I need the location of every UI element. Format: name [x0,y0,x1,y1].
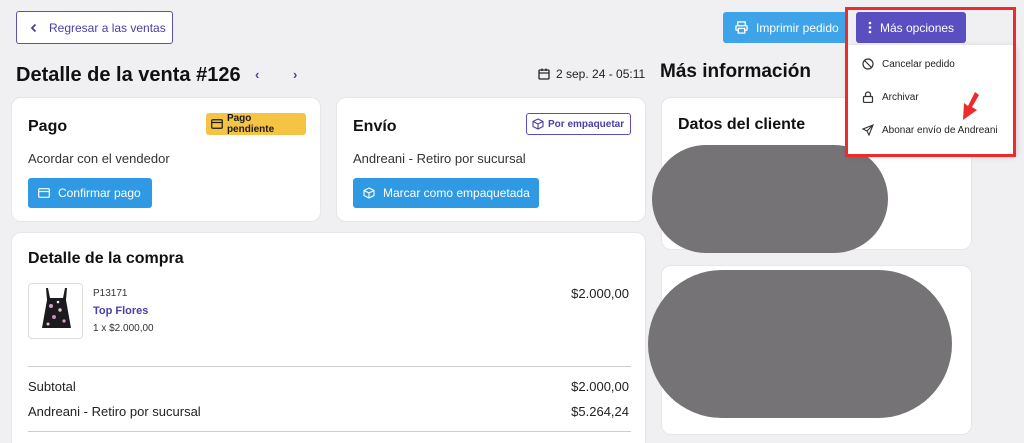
card-icon [211,119,223,129]
divider [28,366,631,367]
shipping-status-badge: Por empaquetar [526,113,631,135]
annotation-highlight-box [845,7,1016,157]
confirm-payment-button[interactable]: Confirmar pago [28,178,152,208]
product-sku: P13171 [93,288,128,299]
calendar-icon [538,68,550,80]
payment-card: Pago Pago pendiente Acordar con el vende… [11,97,321,222]
product-image [42,288,71,328]
purchase-detail-title: Detalle de la compra [28,250,184,267]
confirm-payment-label: Confirmar pago [58,186,141,200]
package-icon [532,118,544,130]
client-data-title: Datos del cliente [678,116,806,133]
payment-status-badge: Pago pendiente [206,113,306,135]
subtotal-value: $2.000,00 [571,379,629,394]
shipping-title: Envío [353,118,397,135]
more-info-title: Más información [660,61,811,82]
shipping-card: Envío Por empaquetar Andreani - Retiro p… [336,97,646,222]
product-name-link[interactable]: Top Flores [93,305,148,317]
subtotal-label: Subtotal [28,379,76,394]
divider [28,431,631,432]
shipping-cost-value: $5.264,24 [571,404,629,419]
purchase-detail-card: Detalle de la compra P13171 Top Flores 1… [11,232,646,443]
print-button-label: Imprimir pedido [756,20,839,35]
page-title: Detalle de la venta #126 [16,64,241,86]
next-sale-arrow[interactable]: › [293,67,297,82]
sale-date: 2 sep. 24 - 05:11 [538,67,645,81]
chevron-left-icon [30,23,37,32]
payment-method-text: Acordar con el vendedor [28,151,170,166]
redacted-area [648,270,952,418]
shipping-method-text: Andreani - Retiro por sucursal [353,151,526,166]
mark-packed-label: Marcar como empaquetada [383,186,530,200]
back-to-sales-button[interactable]: Regresar a las ventas [16,11,173,44]
mark-packed-button[interactable]: Marcar como empaquetada [353,178,539,208]
print-order-button[interactable]: Imprimir pedido [723,12,847,43]
sale-date-text: 2 sep. 24 - 05:11 [556,67,646,81]
card-icon [38,188,50,198]
shipping-badge-label: Por empaquetar [548,118,625,130]
product-qty-price: 1 x $2.000,00 [93,323,154,334]
shipping-cost-label: Andreani - Retiro por sucursal [28,404,201,419]
printer-icon [735,21,748,34]
payment-title: Pago [28,118,68,135]
package-icon [363,187,375,199]
payment-badge-label: Pago pendiente [226,113,275,135]
previous-sale-arrow[interactable]: ‹ [255,67,259,82]
back-button-label: Regresar a las ventas [49,20,166,35]
product-total: $2.000,00 [571,286,629,301]
redacted-area [652,145,888,253]
product-thumbnail [28,283,83,339]
